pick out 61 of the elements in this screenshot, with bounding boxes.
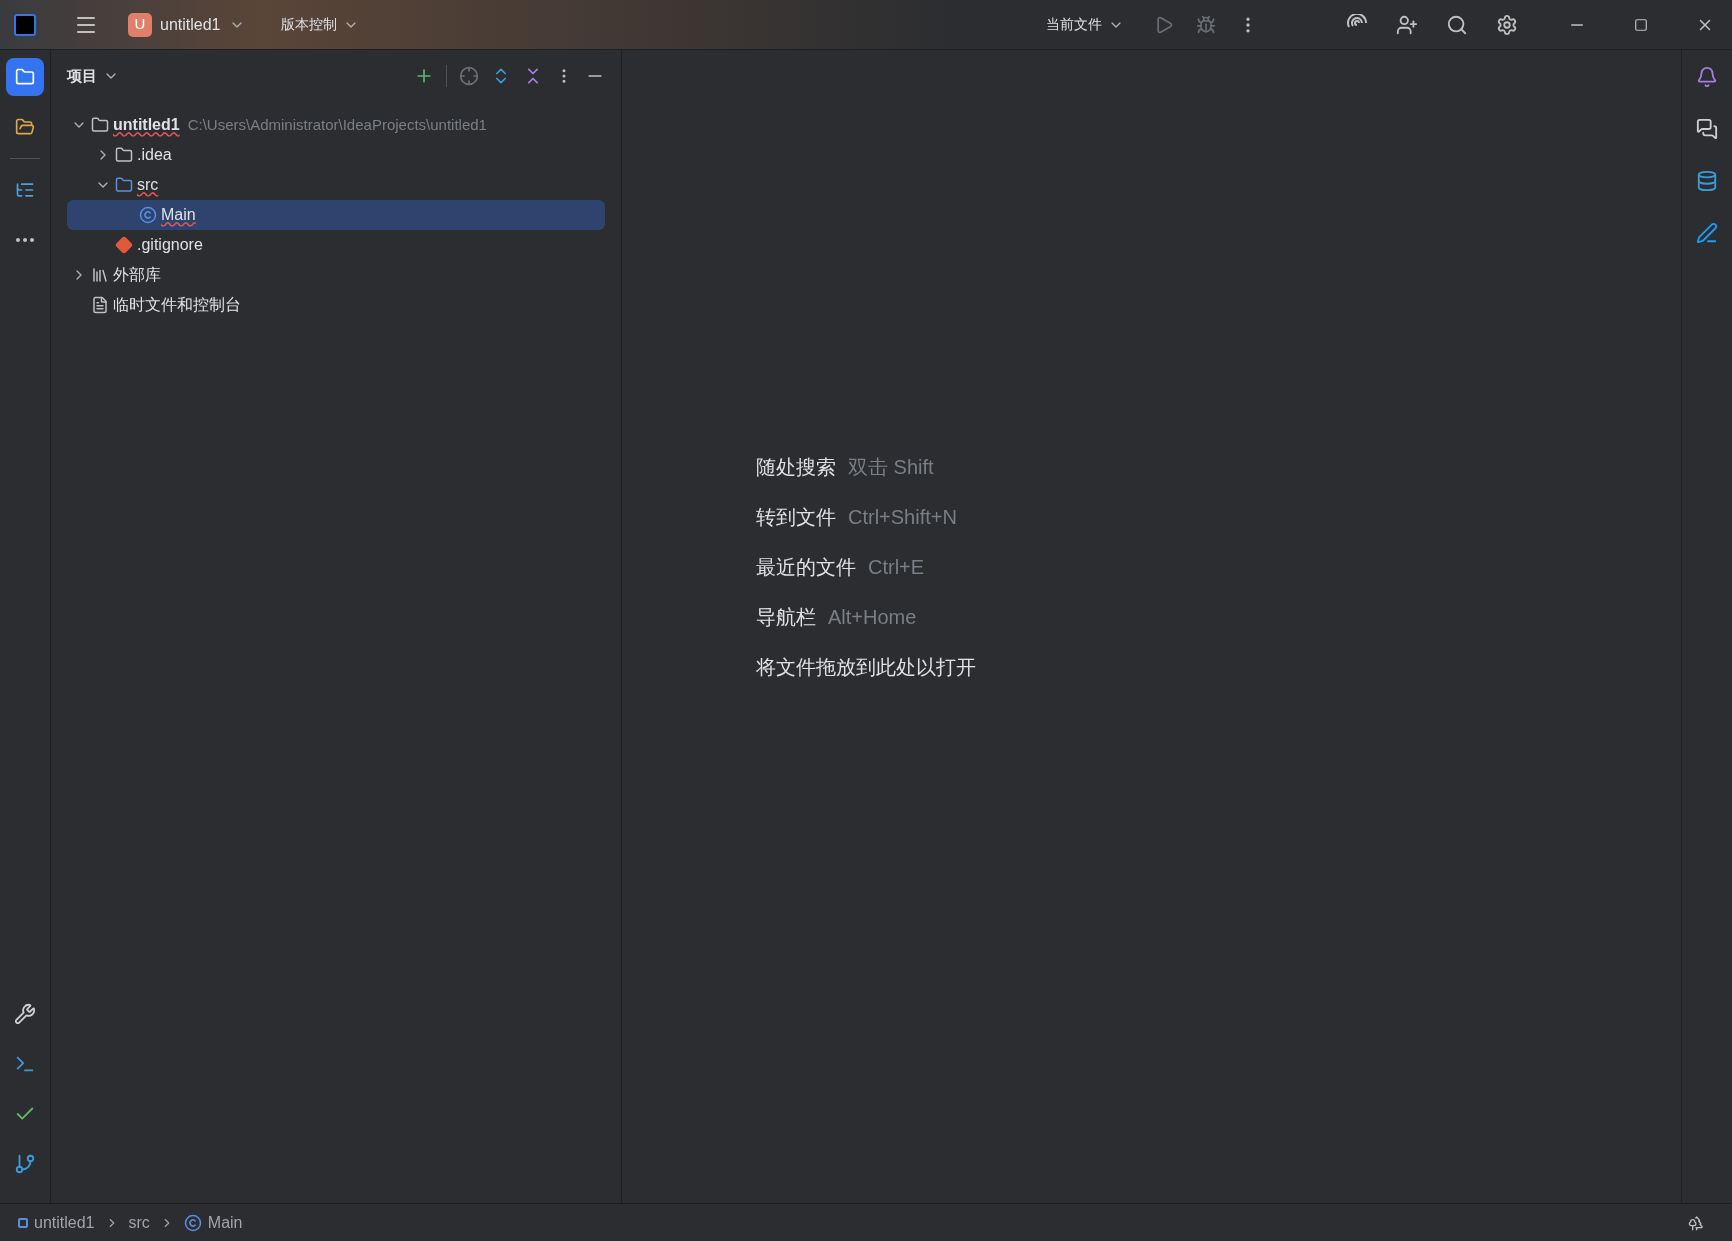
app-logo-icon	[14, 13, 36, 36]
hint-label: 最近的文件	[756, 554, 856, 580]
hint-label: 转到文件	[756, 504, 836, 530]
database-icon	[1696, 170, 1718, 192]
hint-label: 将文件拖放到此处以打开	[756, 654, 976, 680]
run-icon[interactable]	[1154, 14, 1174, 35]
structure-icon	[15, 180, 35, 200]
class-icon	[183, 1213, 202, 1232]
project-path: C:\Users\Administrator\IdeaProjects\untitled1	[187, 114, 487, 135]
panel-title-menu[interactable]: 项目	[67, 64, 119, 88]
settings-icon[interactable]	[1496, 13, 1518, 36]
class-icon	[139, 206, 157, 224]
bell-icon	[1696, 66, 1718, 88]
tree-label: .gitignore	[137, 235, 203, 255]
folder-icon	[91, 116, 109, 134]
search-icon[interactable]	[1446, 13, 1468, 36]
chat-icon	[1696, 118, 1718, 140]
project-menu[interactable]: U untitled1	[128, 12, 245, 37]
tree-label: 临时文件和控制台	[113, 295, 241, 315]
tree-label: Main	[161, 205, 196, 225]
hint-label: 随处搜索	[756, 454, 836, 480]
tree-label: 外部库	[113, 265, 161, 285]
tree-icon	[1688, 1214, 1704, 1231]
shortcut-hint: Alt+Home	[828, 604, 917, 630]
git-icon	[115, 236, 133, 254]
folder-icon	[15, 67, 35, 87]
folder-icon	[15, 117, 35, 137]
maximize-icon[interactable]	[1634, 17, 1648, 32]
tree-item[interactable]: .idea	[67, 140, 605, 170]
tool-window-button[interactable]	[6, 58, 44, 96]
tree-item[interactable]: .gitignore	[67, 230, 605, 260]
locate-icon[interactable]	[459, 66, 479, 86]
tree-label: untitled1	[113, 115, 180, 135]
run-config-menu[interactable]: 当前文件	[1046, 14, 1124, 35]
pen-icon	[1696, 222, 1718, 244]
vcs-menu[interactable]: 版本控制	[280, 14, 359, 35]
tree-item[interactable]: 外部库	[67, 260, 605, 290]
tree-item[interactable]: Main	[67, 200, 605, 230]
scratch-icon	[91, 296, 109, 314]
wrench-icon	[14, 1003, 36, 1025]
folder-icon	[115, 146, 133, 164]
shortcut-hint: Ctrl+Shift+N	[848, 504, 957, 530]
hint-label: 导航栏	[756, 604, 816, 630]
library-icon	[91, 266, 109, 284]
project-badge: U	[128, 12, 152, 37]
shortcut-hint: Ctrl+E	[868, 554, 925, 580]
tree-label: src	[137, 175, 159, 195]
breadcrumb[interactable]: src	[128, 1210, 150, 1235]
module-icon	[18, 1217, 28, 1228]
tree-item[interactable]: untitled1 C:\Users\Administrator\IdeaProjects\untitled1	[67, 110, 605, 140]
breadcrumb[interactable]: Main	[183, 1210, 243, 1235]
tree-item[interactable]: 临时文件和控制台	[67, 290, 605, 320]
breadcrumb[interactable]: untitled1	[18, 1210, 95, 1235]
shortcut-hint: 双击 Shift	[848, 454, 934, 480]
debug-icon[interactable]	[1196, 14, 1216, 35]
tree-label: .idea	[137, 145, 172, 165]
branch-icon	[14, 1153, 36, 1175]
tree-item[interactable]: src	[67, 170, 605, 200]
folder-icon	[115, 176, 133, 194]
add-user-icon[interactable]	[1396, 13, 1418, 36]
more-icon	[16, 238, 34, 242]
